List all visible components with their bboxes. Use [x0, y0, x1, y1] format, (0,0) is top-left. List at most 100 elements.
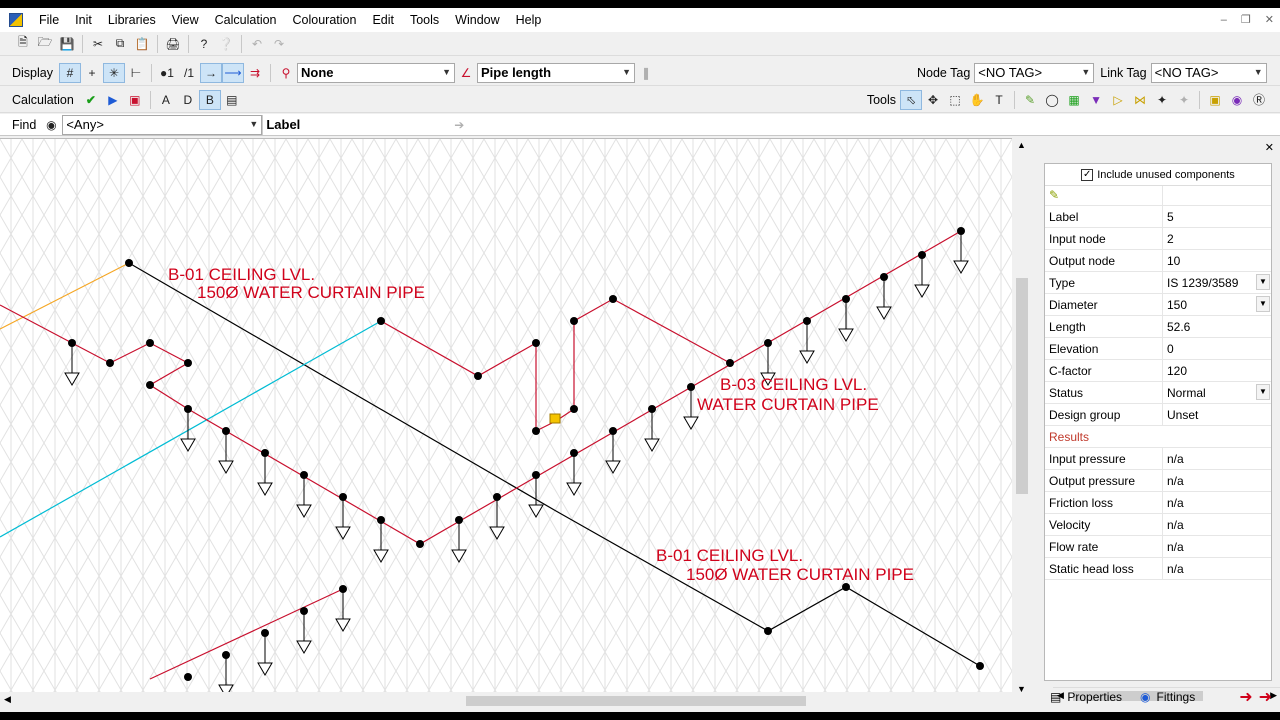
pause-icon[interactable]: ❚	[635, 63, 657, 83]
find-go-icon[interactable]: ➔	[448, 115, 470, 135]
pipe-node[interactable]	[570, 449, 578, 457]
pipe-node[interactable]	[532, 427, 540, 435]
pump-icon[interactable]: ◯	[1041, 90, 1063, 110]
pipe-node[interactable]	[261, 449, 269, 457]
pipe-node[interactable]	[68, 339, 76, 347]
pipe-node[interactable]	[184, 405, 192, 413]
pipe-node[interactable]	[764, 627, 772, 635]
include-unused-row[interactable]: ✓ Include unused components	[1045, 164, 1271, 186]
pipe-node[interactable]	[184, 359, 192, 367]
prev-arrow-icon[interactable]: ➜	[1239, 687, 1252, 707]
menu-tools[interactable]: Tools	[402, 8, 447, 32]
pipe-node[interactable]	[146, 381, 154, 389]
pipe-node[interactable]	[300, 471, 308, 479]
fitting-disabled-icon[interactable]: ✦	[1173, 90, 1195, 110]
cut-icon[interactable]: ✂	[87, 34, 109, 54]
grid-icon[interactable]: #	[59, 62, 81, 83]
save-icon[interactable]: 💾	[56, 34, 78, 54]
include-unused-checkbox[interactable]: ✓	[1081, 168, 1094, 181]
property-row[interactable]: C-factor 120	[1045, 360, 1271, 382]
fitting-icon[interactable]: ✦	[1151, 90, 1173, 110]
vertical-scroll-thumb[interactable]	[1016, 278, 1028, 494]
flow-blue-icon[interactable]: ⟶	[222, 62, 244, 83]
chevron-down-icon[interactable]: ▼	[1256, 274, 1270, 290]
pipe-node[interactable]	[764, 339, 772, 347]
pipe-node[interactable]	[222, 651, 230, 659]
pipe-node[interactable]	[455, 516, 463, 524]
selected-node-marker[interactable]	[549, 413, 561, 424]
pipe-node[interactable]	[842, 295, 850, 303]
find-type-select[interactable]: <Any> ▼	[62, 114, 263, 135]
mode-d-button[interactable]: D	[177, 90, 199, 110]
close-icon[interactable]: ✕	[1265, 8, 1274, 32]
menu-init[interactable]: Init	[67, 8, 100, 32]
pipe-tool-icon[interactable]: ✎	[1019, 90, 1041, 110]
result-row[interactable]: Flow rate n/a	[1045, 536, 1271, 558]
select-rect-icon[interactable]: ⬚	[944, 90, 966, 110]
pipe-node[interactable]	[184, 673, 192, 681]
result-row[interactable]: Input pressure n/a	[1045, 448, 1271, 470]
check-valve-icon[interactable]: ⋈	[1129, 90, 1151, 110]
property-row[interactable]: Length 52.6	[1045, 316, 1271, 338]
pipe-node[interactable]	[532, 471, 540, 479]
help-icon[interactable]: ?	[193, 34, 215, 54]
node-label-icon[interactable]: ●1	[156, 63, 178, 83]
result-row[interactable]: Static head loss n/a	[1045, 558, 1271, 580]
run-icon[interactable]: ▶	[102, 90, 124, 110]
property-row[interactable]: Diameter 150 ▼	[1045, 294, 1271, 316]
menu-colouration[interactable]: Colouration	[285, 8, 365, 32]
property-row[interactable]: Elevation 0	[1045, 338, 1271, 360]
find-field-input[interactable]: Label	[262, 114, 449, 135]
canvas-vertical-scrollbar[interactable]: ▲ ▼	[1012, 138, 1032, 700]
pipe-node[interactable]	[300, 607, 308, 615]
property-row[interactable]: Output node 10	[1045, 250, 1271, 272]
pipe-node[interactable]	[416, 540, 424, 548]
pipe-node[interactable]	[609, 427, 617, 435]
pipe-node[interactable]	[125, 259, 133, 267]
menu-calculation[interactable]: Calculation	[207, 8, 285, 32]
network-drawing[interactable]: B-01 CEILING LVL. 150Ø WATER CURTAIN PIP…	[0, 139, 1012, 698]
pan-icon[interactable]: ✋	[966, 90, 988, 110]
scroll-up-icon[interactable]: ▲	[1017, 140, 1026, 150]
new-file-icon[interactable]: 🗎	[12, 34, 34, 54]
next-arrow-icon[interactable]: ➜	[1259, 687, 1272, 707]
sprinkler-icon[interactable]: ▼	[1085, 90, 1107, 110]
check-icon[interactable]: ✔	[80, 90, 102, 110]
pipe-node[interactable]	[474, 372, 482, 380]
pipe-node[interactable]	[918, 251, 926, 259]
report-icon[interactable]: ▤	[221, 90, 243, 110]
copy-icon[interactable]: ⧉	[109, 34, 131, 54]
property-row[interactable]: Input node 2	[1045, 228, 1271, 250]
move-icon[interactable]: ✥	[922, 90, 944, 110]
chevron-down-icon[interactable]: ▼	[1256, 296, 1270, 312]
restore-icon[interactable]: ❐	[1241, 8, 1251, 32]
snap-icon[interactable]: ⊢	[125, 63, 147, 83]
result-row[interactable]: Friction loss n/a	[1045, 492, 1271, 514]
network-canvas[interactable]: B-01 CEILING LVL. 150Ø WATER CURTAIN PIP…	[0, 138, 1032, 700]
flow-red-icon[interactable]: ⇉	[244, 63, 266, 83]
pipe-node[interactable]	[377, 516, 385, 524]
scroll-left-icon[interactable]: ◀	[4, 694, 11, 705]
menu-edit[interactable]: Edit	[364, 8, 402, 32]
pipe-node[interactable]	[957, 227, 965, 235]
canvas-horizontal-scrollbar[interactable]: ◀	[0, 692, 1032, 710]
menu-file[interactable]: File	[31, 8, 67, 32]
pipe-node[interactable]	[493, 493, 501, 501]
pipe-node[interactable]	[222, 427, 230, 435]
stop-icon[interactable]: ▣	[124, 90, 146, 110]
pipe-node[interactable]	[146, 339, 154, 347]
pipe-node[interactable]	[803, 317, 811, 325]
node-icon[interactable]: ▣	[1204, 90, 1226, 110]
menu-window[interactable]: Window	[447, 8, 507, 32]
link-tag-select[interactable]: <NO TAG> ▼	[1150, 62, 1267, 83]
result-row[interactable]: Velocity n/a	[1045, 514, 1271, 536]
tank-icon[interactable]: ▦	[1063, 90, 1085, 110]
pipe-node[interactable]	[339, 493, 347, 501]
property-row[interactable]: Status Normal ▼	[1045, 382, 1271, 404]
close-icon[interactable]: ✕	[1265, 141, 1274, 154]
pipe-node[interactable]	[570, 317, 578, 325]
context-help-icon[interactable]: ❔	[215, 34, 237, 54]
link-icon[interactable]: ◉	[1226, 90, 1248, 110]
tab-fittings[interactable]: Fittings	[1157, 690, 1196, 704]
text-tool-icon[interactable]: T	[988, 90, 1010, 110]
